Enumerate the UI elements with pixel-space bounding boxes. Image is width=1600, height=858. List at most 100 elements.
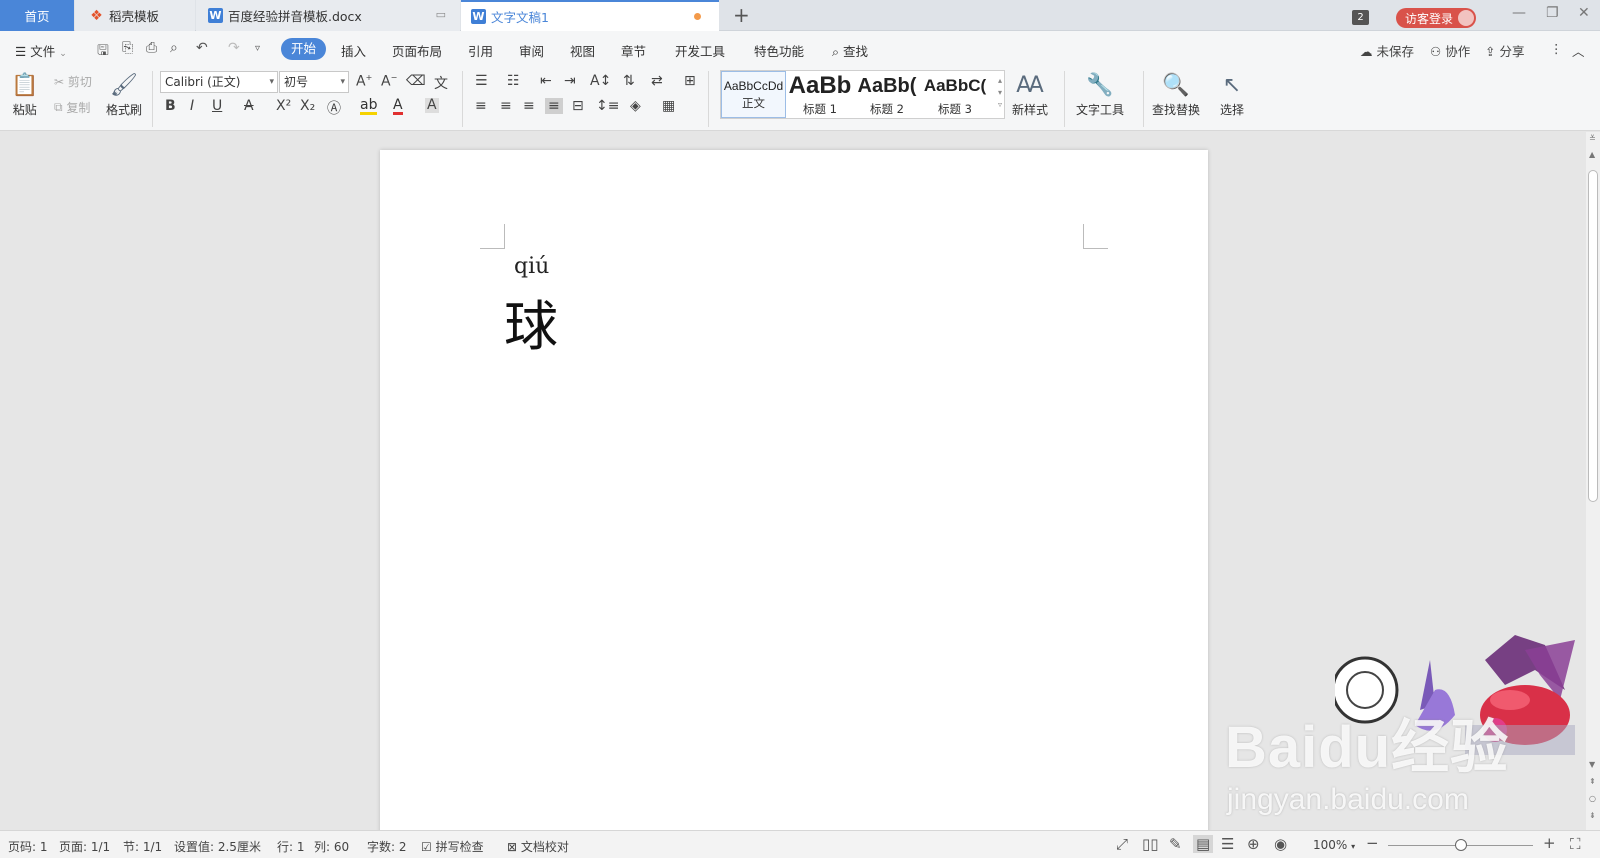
text-tools-button[interactable]: 🔧 文字工具 — [1076, 71, 1124, 118]
search-button[interactable]: ⌕ 查找 — [832, 41, 868, 60]
tab-template[interactable]: ❖ 稻壳模板 — [75, 0, 195, 31]
zoom-in-icon[interactable]: + — [1543, 834, 1556, 852]
fullscreen-icon[interactable]: ⤢ — [1116, 835, 1128, 853]
scroll-up-icon[interactable]: ▲ — [1589, 150, 1595, 159]
eye-protect-icon[interactable]: ◉ — [1274, 835, 1287, 853]
close-button[interactable]: ✕ — [1578, 5, 1590, 21]
find-replace-button[interactable]: 🔍 查找替换 — [1152, 71, 1200, 118]
text-direction-icon[interactable]: A↕ — [590, 73, 611, 89]
line-break-icon[interactable]: ⇄ — [651, 73, 663, 89]
undo-icon[interactable]: ↶ — [196, 40, 208, 56]
new-tab-button[interactable]: + — [733, 3, 750, 27]
zoom-slider-knob[interactable] — [1455, 839, 1467, 851]
web-view-icon[interactable]: ⊕ — [1247, 835, 1260, 853]
collapse-ribbon-icon[interactable]: ︿ — [1572, 41, 1585, 60]
phonetic-guide-icon[interactable]: 文 — [434, 73, 448, 93]
grow-font-icon[interactable]: A+ — [356, 73, 372, 90]
customize-icon[interactable]: ▿ — [255, 43, 260, 54]
style-heading-2[interactable]: AaBb( 标题 2 — [854, 71, 920, 118]
menu-tab-view[interactable]: 视图 — [570, 41, 595, 60]
menu-tab-chapter[interactable]: 章节 — [621, 41, 646, 60]
document-character[interactable]: 球 — [504, 282, 558, 361]
menu-tab-review[interactable]: 审阅 — [519, 41, 544, 60]
collab-button[interactable]: ⚇ 协作 — [1430, 41, 1470, 60]
status-page[interactable]: 页码: 1 — [8, 838, 48, 855]
spellcheck-button[interactable]: ☑ 拼写检查 — [421, 838, 484, 855]
text-effect-icon[interactable]: Ⓐ — [327, 98, 341, 118]
shading-icon[interactable]: ◈ — [630, 98, 641, 114]
unsaved-button[interactable]: ☁ 未保存 — [1360, 41, 1414, 60]
document-page[interactable]: qiú 球 — [380, 150, 1208, 840]
numbered-list-icon[interactable]: ☷ — [507, 73, 520, 89]
clear-format-icon[interactable]: ⌫ — [406, 73, 426, 89]
tab-doc2[interactable]: W 文字文稿1 — [461, 0, 719, 31]
align-left-icon[interactable]: ≡ — [475, 98, 487, 114]
copy-button[interactable]: ⧉ 复制 — [54, 99, 90, 116]
restore-button[interactable]: ❐ — [1546, 5, 1559, 21]
indent-icon[interactable]: ⇥ — [564, 73, 576, 89]
bold-icon[interactable]: B — [165, 98, 176, 114]
login-button[interactable]: 访客登录 — [1396, 8, 1476, 28]
status-setting[interactable]: 设置值: 2.5厘米 — [174, 838, 261, 855]
format-painter-button[interactable]: 🖌 格式刷 — [106, 71, 142, 118]
menu-tab-features[interactable]: 特色功能 — [754, 41, 804, 60]
fit-window-icon[interactable]: ⛶ — [1570, 835, 1581, 853]
status-col[interactable]: 列: 60 — [314, 838, 349, 855]
strikethrough-icon[interactable]: A — [244, 98, 254, 114]
subscript-icon[interactable]: X₂ — [300, 98, 315, 114]
print-preview-icon[interactable]: ⌕ — [170, 40, 178, 56]
outline-view-icon[interactable]: ☰ — [1221, 835, 1234, 853]
status-pages[interactable]: 页面: 1/1 — [59, 838, 110, 855]
minimize-button[interactable]: — — [1512, 5, 1526, 21]
menu-tab-insert[interactable]: 插入 — [341, 41, 366, 60]
menu-tab-layout[interactable]: 页面布局 — [392, 41, 442, 60]
distributed-icon[interactable]: ⊟ — [572, 98, 584, 114]
paste-button[interactable]: 📋 粘贴 — [11, 71, 38, 118]
scroll-top-icon[interactable]: ≚ — [1589, 134, 1596, 143]
menu-tab-developer[interactable]: 开发工具 — [675, 41, 725, 60]
superscript-icon[interactable]: X² — [276, 98, 291, 114]
align-right-icon[interactable]: ≡ — [523, 98, 535, 114]
border-icon[interactable]: ▦ — [662, 98, 675, 114]
style-heading-3[interactable]: AaBbC( 标题 3 — [921, 71, 989, 118]
sort-icon[interactable]: ⇅ — [623, 73, 635, 89]
font-name-select[interactable]: Calibri (正文) ▾ — [160, 71, 278, 93]
monitor-icon[interactable]: ▭ — [436, 8, 446, 21]
export-icon[interactable]: ⎘ — [122, 40, 133, 56]
shrink-font-icon[interactable]: A− — [381, 73, 397, 90]
align-center-icon[interactable]: ≡ — [500, 98, 512, 114]
menu-tab-home[interactable]: 开始 — [281, 38, 326, 60]
cut-button[interactable]: ✂ 剪切 — [54, 73, 92, 90]
status-row[interactable]: 行: 1 — [277, 838, 305, 855]
new-style-button[interactable]: Ꜳ 新样式 — [1012, 71, 1048, 118]
tab-doc1[interactable]: W 百度经验拼音模板.docx ▭ — [196, 0, 460, 31]
select-button[interactable]: ↖ 选择 — [1220, 71, 1244, 118]
status-section[interactable]: 节: 1/1 — [123, 838, 162, 855]
line-spacing-icon[interactable]: ↕≡ — [596, 98, 619, 114]
menu-tab-references[interactable]: 引用 — [468, 41, 493, 60]
doc-check-button[interactable]: ⊠ 文档校对 — [507, 838, 569, 855]
zoom-out-icon[interactable]: − — [1366, 834, 1379, 852]
justify-icon[interactable]: ≡ — [545, 98, 563, 114]
page-view-icon[interactable]: ▤ — [1193, 835, 1214, 853]
font-size-select[interactable]: 初号 ▾ — [279, 71, 349, 93]
print-icon[interactable]: ⎙ — [146, 40, 157, 56]
style-heading-1[interactable]: AaBb 标题 1 — [787, 71, 853, 118]
share-button[interactable]: ⇪ 分享 — [1485, 41, 1524, 60]
italic-icon[interactable]: I — [190, 98, 194, 114]
scrollbar-thumb[interactable] — [1588, 170, 1598, 502]
bullet-list-icon[interactable]: ☰ — [475, 73, 488, 89]
reading-mode-icon[interactable]: ▯▯ — [1142, 835, 1159, 853]
gallery-scroll-icon[interactable]: ▴ ▾ ▿ — [998, 75, 1002, 111]
highlight-icon[interactable]: ab — [360, 98, 378, 115]
file-menu[interactable]: ☰ 文件 ⌄ — [15, 41, 67, 60]
char-shading-icon[interactable]: A — [425, 98, 439, 113]
save-icon[interactable]: 🖫 — [97, 40, 109, 64]
zoom-level[interactable]: 100% ▾ — [1313, 838, 1355, 852]
tab-home[interactable]: 首页 — [0, 0, 74, 31]
window-count-badge[interactable]: 2 — [1352, 10, 1369, 25]
outdent-icon[interactable]: ⇤ — [540, 73, 552, 89]
status-words[interactable]: 字数: 2 — [367, 838, 407, 855]
more-icon[interactable]: ⋮ — [1550, 41, 1563, 56]
table-icon[interactable]: ⊞ — [684, 73, 696, 89]
